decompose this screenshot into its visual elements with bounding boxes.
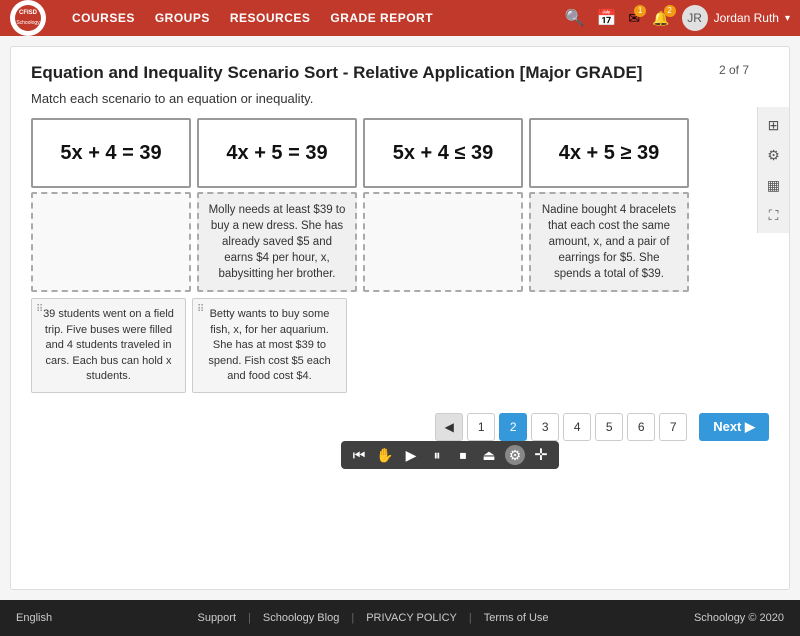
next-button[interactable]: Next ▶ (699, 413, 769, 441)
drag-handle-icon: ⠿ (36, 303, 43, 317)
footer: English Support | Schoology Blog | PRIVA… (0, 600, 800, 636)
page-button-3[interactable]: 3 (531, 413, 559, 441)
scenario-text-1: 39 students went on a field trip. Five b… (40, 307, 177, 384)
drop-zone-1[interactable] (31, 192, 191, 292)
nav-right: 🔍 📅 ✉ 1 🔔 2 JR Jordan Ruth ▾ (565, 5, 790, 31)
support-link[interactable]: Support (197, 612, 236, 624)
drop-zone-2[interactable]: Molly needs at least $39 to buy a new dr… (197, 192, 357, 292)
drop-zones-row: Molly needs at least $39 to buy a new dr… (31, 192, 737, 292)
notifications-badge[interactable]: 🔔 2 (652, 10, 669, 27)
prev-page-button[interactable]: ◀ (435, 413, 463, 441)
calculator-tool-icon[interactable]: ▦ (760, 171, 788, 199)
play-icon[interactable]: ▶ (401, 445, 421, 465)
page-button-7[interactable]: 7 (659, 413, 687, 441)
page-title: Equation and Inequality Scenario Sort - … (31, 63, 737, 83)
content-area: 2 of 7 Equation and Inequality Scenario … (11, 47, 757, 403)
chevron-down-icon: ▾ (785, 13, 790, 24)
user-name: Jordan Ruth (714, 11, 779, 25)
main-content: ⊞ ⚙ ▦ ⛶ 2 of 7 Equation and Inequality S… (10, 46, 790, 590)
svg-text:Schoology: Schoology (16, 20, 40, 26)
drag-handle-icon-2: ⠿ (197, 303, 204, 317)
avatar: JR (682, 5, 708, 31)
schoology-blog-link[interactable]: Schoology Blog (263, 612, 339, 624)
nav-resources[interactable]: RESOURCES (230, 11, 311, 25)
dropped-card-2: Molly needs at least $39 to buy a new dr… (207, 202, 347, 282)
search-icon[interactable]: 🔍 (565, 8, 585, 28)
privacy-policy-link[interactable]: PRIVACY POLICY (366, 612, 457, 624)
page-button-1[interactable]: 1 (467, 413, 495, 441)
equation-card-3[interactable]: 5x + 4 ≤ 39 (363, 118, 523, 188)
page-counter: 2 of 7 (719, 63, 749, 77)
equation-card-4[interactable]: 4x + 5 ≥ 39 (529, 118, 689, 188)
messages-badge[interactable]: ✉ 1 (628, 10, 640, 27)
page-button-4[interactable]: 4 (563, 413, 591, 441)
equation-card-1[interactable]: 5x + 4 = 39 (31, 118, 191, 188)
media-settings-icon[interactable]: ⚙ (505, 445, 525, 465)
user-menu[interactable]: JR Jordan Ruth ▾ (682, 5, 790, 31)
language-label: English (16, 612, 52, 624)
stop-icon[interactable]: ⏹ (453, 445, 473, 465)
logo-icon: CFISD Schoology (10, 0, 46, 36)
fullscreen-tool-icon[interactable]: ⛶ (760, 201, 788, 229)
calendar-tool-icon[interactable]: ⊞ (760, 111, 788, 139)
footer-links: Support | Schoology Blog | PRIVACY POLIC… (197, 612, 548, 624)
message-count: 1 (634, 5, 646, 17)
copyright: Schoology © 2020 (694, 612, 784, 624)
nav-links: COURSES GROUPS RESOURCES GRADE REPORT (72, 11, 565, 25)
calendar-icon[interactable]: 📅 (597, 8, 617, 28)
instruction-text: Match each scenario to an equation or in… (31, 91, 737, 106)
nav-grade-report[interactable]: GRADE REPORT (330, 11, 433, 25)
scenario-text-2: Betty wants to buy some fish, x, for her… (201, 307, 338, 384)
drop-zone-4[interactable]: Nadine bought 4 bracelets that each cost… (529, 192, 689, 292)
media-toolbar: ⏮ ✋ ▶ ⏸ ⏹ ⏏ ⚙ ✛ (341, 441, 559, 469)
nav-courses[interactable]: COURSES (72, 11, 135, 25)
scenario-cards-row: ⠿ 39 students went on a field trip. Five… (31, 298, 737, 393)
eject-icon[interactable]: ⏏ (479, 445, 499, 465)
move-icon[interactable]: ✛ (531, 445, 551, 465)
dropped-card-4: Nadine bought 4 bracelets that each cost… (539, 202, 679, 282)
svg-text:CFISD: CFISD (19, 10, 38, 16)
page-button-6[interactable]: 6 (627, 413, 655, 441)
equation-cards-row: 5x + 4 = 39 4x + 5 = 39 5x + 4 ≤ 39 4x +… (31, 118, 737, 188)
hand-icon[interactable]: ✋ (375, 445, 395, 465)
drop-zone-3[interactable] (363, 192, 523, 292)
equation-card-2[interactable]: 4x + 5 = 39 (197, 118, 357, 188)
pause-icon[interactable]: ⏸ (427, 445, 447, 465)
settings-tool-icon[interactable]: ⚙ (760, 141, 788, 169)
skip-back-icon[interactable]: ⏮ (349, 445, 369, 465)
scenario-card-2[interactable]: ⠿ Betty wants to buy some fish, x, for h… (192, 298, 347, 393)
nav-groups[interactable]: GROUPS (155, 11, 210, 25)
scenario-card-1[interactable]: ⠿ 39 students went on a field trip. Five… (31, 298, 186, 393)
sidebar-tools: ⊞ ⚙ ▦ ⛶ (757, 107, 789, 233)
top-navigation: CFISD Schoology COURSES GROUPS RESOURCES… (0, 0, 800, 36)
logo[interactable]: CFISD Schoology (10, 0, 52, 36)
notification-count: 2 (664, 5, 676, 17)
terms-of-use-link[interactable]: Terms of Use (484, 612, 549, 624)
page-button-5[interactable]: 5 (595, 413, 623, 441)
page-button-2[interactable]: 2 (499, 413, 527, 441)
